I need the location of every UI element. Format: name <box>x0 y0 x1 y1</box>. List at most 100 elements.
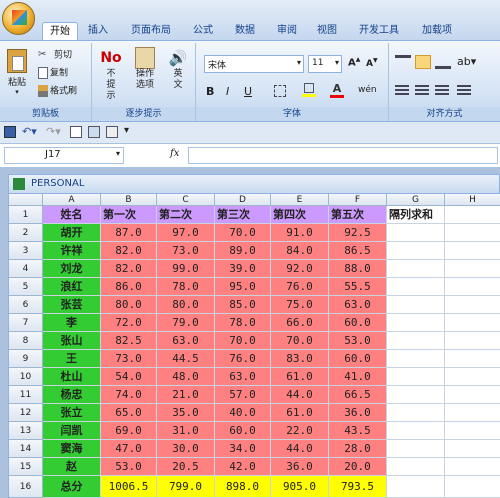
tab-6[interactable]: 视图 <box>308 22 346 40</box>
formula-input[interactable] <box>188 147 498 164</box>
score-cell[interactable]: 70.0 <box>215 332 271 350</box>
header-cell[interactable]: 第五次 <box>329 206 387 224</box>
score-cell[interactable]: 92.5 <box>329 224 387 242</box>
score-cell[interactable]: 70.0 <box>271 332 329 350</box>
score-cell[interactable]: 73.0 <box>157 242 215 260</box>
header-cell[interactable]: 姓名 <box>43 206 101 224</box>
score-cell[interactable]: 69.0 <box>101 422 157 440</box>
score-cell[interactable]: 40.0 <box>215 404 271 422</box>
score-cell[interactable]: 48.0 <box>157 368 215 386</box>
header-cell[interactable]: 第一次 <box>101 206 157 224</box>
column-header[interactable]: G <box>387 194 445 206</box>
undo-icon[interactable]: ↶▾ <box>22 125 37 138</box>
score-cell[interactable]: 89.0 <box>215 242 271 260</box>
row-header[interactable]: 1 <box>9 206 43 224</box>
tab-2[interactable]: 页面布局 <box>122 22 180 40</box>
table-cell[interactable] <box>387 386 445 404</box>
row-header[interactable]: 12 <box>9 404 43 422</box>
header-cell[interactable]: 隔列求和 <box>387 206 445 224</box>
score-cell[interactable]: 85.0 <box>215 296 271 314</box>
font-size-select[interactable]: 11 ▾ <box>308 55 342 73</box>
table-cell[interactable] <box>387 296 445 314</box>
total-cell[interactable]: 1006.5 <box>101 476 157 498</box>
format-painter-button[interactable]: 格式刷 <box>38 85 77 98</box>
score-cell[interactable]: 72.0 <box>101 314 157 332</box>
score-cell[interactable]: 83.0 <box>271 350 329 368</box>
english-button[interactable]: 🔊 英文 <box>164 47 192 91</box>
table-cell[interactable] <box>445 422 500 440</box>
table-cell[interactable] <box>445 332 500 350</box>
office-button[interactable] <box>2 2 35 35</box>
score-cell[interactable]: 20.5 <box>157 458 215 476</box>
score-cell[interactable]: 36.0 <box>329 404 387 422</box>
fill-color-button[interactable] <box>302 83 316 99</box>
column-header[interactable]: A <box>43 194 101 206</box>
score-cell[interactable]: 60.0 <box>329 314 387 332</box>
score-cell[interactable]: 41.0 <box>329 368 387 386</box>
score-cell[interactable]: 61.0 <box>271 404 329 422</box>
table-cell[interactable] <box>387 224 445 242</box>
tab-3[interactable]: 公式 <box>186 22 220 40</box>
score-cell[interactable]: 91.0 <box>271 224 329 242</box>
total-cell[interactable]: 898.0 <box>215 476 271 498</box>
tab-4[interactable]: 数据 <box>226 22 264 40</box>
customize-qat-icon[interactable]: ▾ <box>124 125 129 136</box>
score-cell[interactable]: 47.0 <box>101 440 157 458</box>
table-cell[interactable] <box>387 278 445 296</box>
no-tip-button[interactable]: No 不提示 <box>96 47 126 102</box>
score-cell[interactable]: 22.0 <box>271 422 329 440</box>
table-cell[interactable] <box>445 476 500 498</box>
score-cell[interactable]: 21.0 <box>157 386 215 404</box>
font-color-button[interactable]: A <box>330 83 344 99</box>
row-header[interactable]: 15 <box>9 458 43 476</box>
score-cell[interactable]: 76.0 <box>215 350 271 368</box>
score-cell[interactable]: 60.0 <box>329 350 387 368</box>
tab-5[interactable]: 审阅 <box>270 22 304 40</box>
table-cell[interactable] <box>387 368 445 386</box>
score-cell[interactable]: 78.0 <box>215 314 271 332</box>
table-cell[interactable] <box>445 242 500 260</box>
table-cell[interactable] <box>445 350 500 368</box>
score-cell[interactable]: 55.5 <box>329 278 387 296</box>
score-cell[interactable]: 30.0 <box>157 440 215 458</box>
score-cell[interactable]: 87.0 <box>101 224 157 242</box>
row-header[interactable]: 9 <box>9 350 43 368</box>
score-cell[interactable]: 75.0 <box>271 296 329 314</box>
score-cell[interactable]: 80.0 <box>157 296 215 314</box>
column-header[interactable]: F <box>329 194 387 206</box>
save-icon[interactable] <box>4 126 16 138</box>
score-cell[interactable]: 97.0 <box>157 224 215 242</box>
name-cell[interactable]: 胡开 <box>43 224 101 242</box>
row-header[interactable]: 2 <box>9 224 43 242</box>
table-cell[interactable] <box>387 422 445 440</box>
score-cell[interactable]: 63.0 <box>157 332 215 350</box>
total-cell[interactable]: 799.0 <box>157 476 215 498</box>
score-cell[interactable]: 82.5 <box>101 332 157 350</box>
table-cell[interactable] <box>445 404 500 422</box>
cut-button[interactable]: ✂ 剪切 <box>38 49 72 62</box>
align-left-button[interactable] <box>395 85 409 97</box>
name-box[interactable]: J17 ▾ <box>4 147 124 164</box>
name-cell[interactable]: 李 <box>43 314 101 332</box>
score-cell[interactable]: 99.0 <box>157 260 215 278</box>
score-cell[interactable]: 43.5 <box>329 422 387 440</box>
align-middle-button[interactable] <box>415 55 431 69</box>
align-center-button[interactable] <box>415 85 429 97</box>
align-top-button[interactable] <box>395 55 411 69</box>
name-cell[interactable]: 闫凯 <box>43 422 101 440</box>
toolbar-icon[interactable] <box>106 126 118 138</box>
table-cell[interactable] <box>387 314 445 332</box>
row-header[interactable]: 5 <box>9 278 43 296</box>
score-cell[interactable]: 44.0 <box>271 386 329 404</box>
table-cell[interactable] <box>387 350 445 368</box>
score-cell[interactable]: 44.5 <box>157 350 215 368</box>
tab-8[interactable]: 加载项 <box>412 22 462 40</box>
name-cell[interactable]: 许祥 <box>43 242 101 260</box>
table-cell[interactable] <box>387 332 445 350</box>
border-button[interactable] <box>274 85 286 97</box>
table-cell[interactable] <box>445 206 500 224</box>
row-header[interactable]: 7 <box>9 314 43 332</box>
score-cell[interactable]: 28.0 <box>329 440 387 458</box>
row-header[interactable]: 10 <box>9 368 43 386</box>
table-cell[interactable] <box>387 458 445 476</box>
